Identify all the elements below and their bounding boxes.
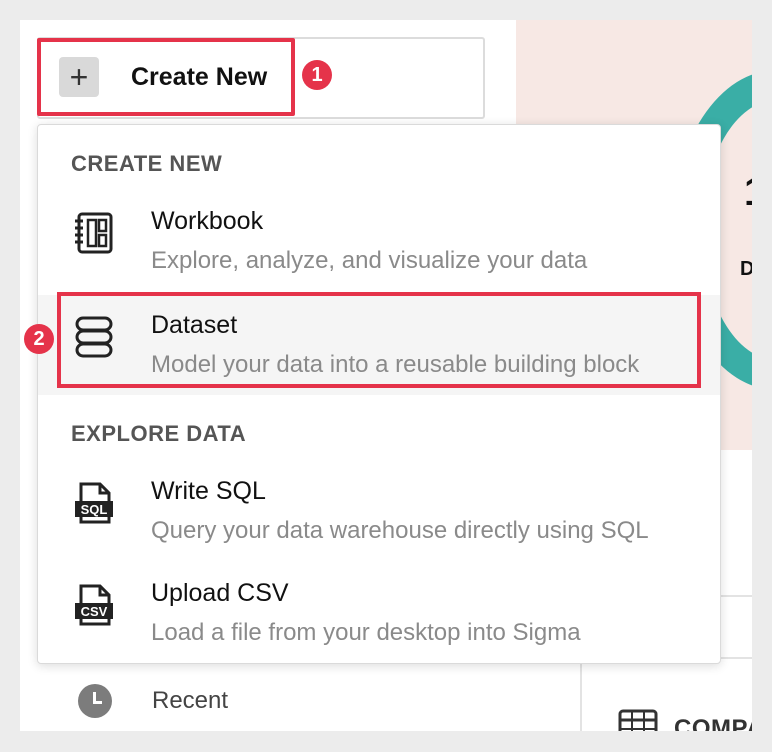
- menu-item-write-sql[interactable]: SQL Write SQL Query your data warehouse …: [38, 461, 720, 561]
- menu-item-title: Write SQL: [151, 477, 266, 505]
- section-header-create-new: CREATE NEW: [71, 151, 223, 176]
- plus-icon: +: [59, 57, 99, 97]
- sidebar-item-recent[interactable]: Recent: [78, 684, 228, 718]
- svg-text:SQL: SQL: [81, 502, 108, 517]
- menu-item-title: Workbook: [151, 207, 264, 235]
- list-item-label: COMPA: [674, 715, 752, 731]
- workbook-icon: [75, 212, 113, 254]
- svg-text:CSV: CSV: [81, 604, 108, 619]
- menu-item-description: Query your data warehouse directly using…: [151, 517, 649, 544]
- menu-item-description: Explore, analyze, and visualize your dat…: [151, 247, 588, 274]
- create-new-button[interactable]: + Create New: [37, 38, 295, 116]
- chart-label-glimpse: D: [740, 258, 752, 280]
- menu-item-workbook[interactable]: Workbook Explore, analyze, and visualize…: [38, 191, 720, 291]
- menu-item-upload-csv[interactable]: CSV Upload CSV Load a file from your des…: [38, 563, 720, 663]
- section-header-explore-data: EXPLORE DATA: [71, 421, 247, 446]
- step-badge-1: 1: [302, 60, 332, 90]
- menu-item-title: Upload CSV: [151, 579, 289, 607]
- list-item[interactable]: COMPA: [618, 709, 752, 731]
- sidebar-item-label: Recent: [152, 687, 229, 714]
- csv-file-icon: CSV: [75, 584, 113, 626]
- table-icon: [618, 709, 658, 731]
- create-new-label: Create New: [131, 62, 268, 91]
- menu-item-description: Load a file from your desktop into Sigma: [151, 619, 581, 646]
- clock-icon: [78, 684, 112, 718]
- step-badge-2: 2: [24, 324, 54, 354]
- sql-file-icon: SQL: [75, 482, 113, 524]
- dataset-highlight-annotation: [57, 292, 701, 388]
- create-new-menu: CREATE NEW Workbook Explore, analyze, an…: [37, 124, 721, 664]
- chart-value-glimpse: 1: [744, 170, 752, 215]
